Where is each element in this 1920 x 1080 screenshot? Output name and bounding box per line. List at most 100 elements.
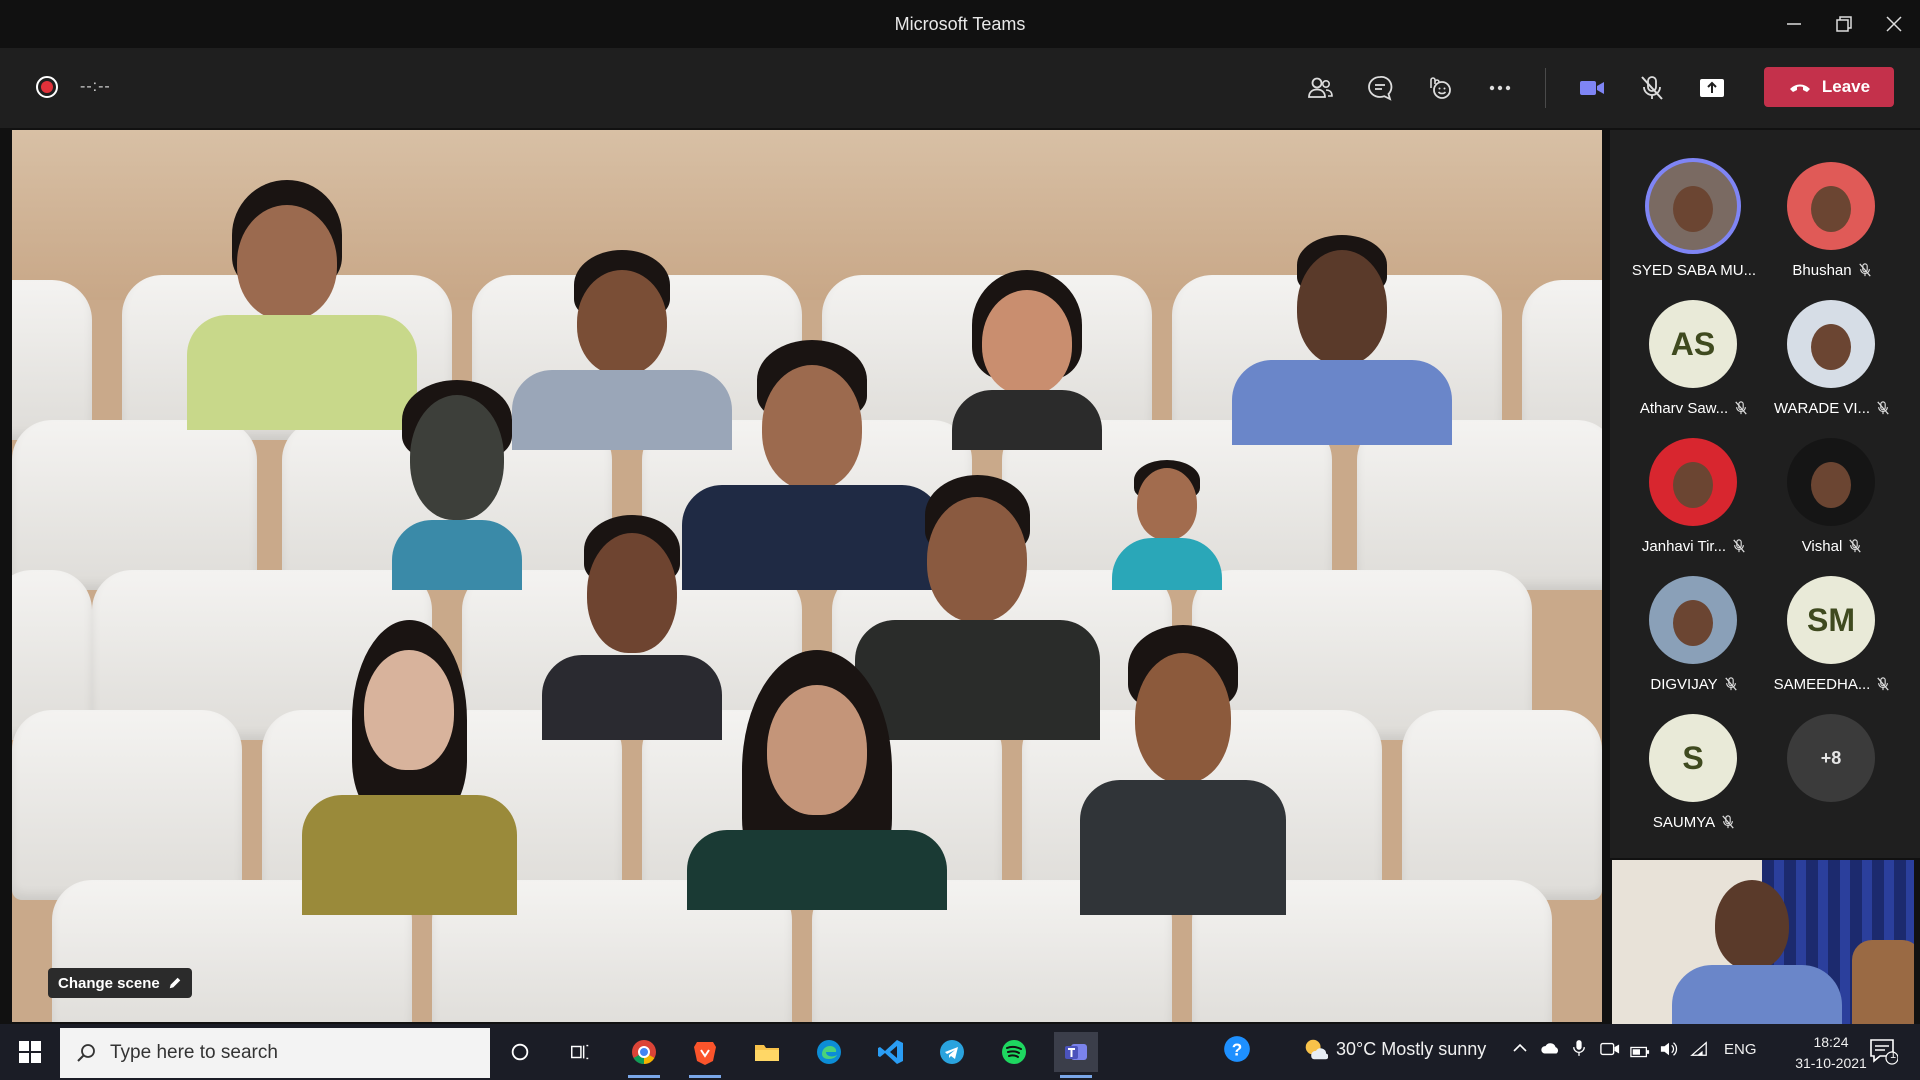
participant-video [1080,625,1286,915]
sun-cloud-icon [1305,1039,1328,1060]
camera-button[interactable] [1574,70,1610,106]
taskbar-clock[interactable]: 18:24 31-10-2021 [1790,1032,1872,1074]
help-icon[interactable]: ? [1222,1034,1252,1069]
title-bar: Microsoft Teams [0,0,1920,48]
participant-name-text: SAMEEDHA... [1773,676,1871,693]
battery-icon[interactable] [1630,1042,1650,1063]
brave-icon [694,1042,716,1065]
spotify-app[interactable] [992,1032,1036,1072]
notifications-button[interactable]: 1 [1868,1036,1899,1071]
spotify-icon [1002,1040,1026,1064]
participant-video [1112,460,1222,590]
windows-logo-icon [19,1041,41,1063]
leave-label: Leave [1821,77,1871,96]
cortana-icon [511,1043,529,1061]
wifi-icon[interactable] [1690,1040,1708,1063]
restore-button[interactable] [1820,0,1868,48]
chat-button[interactable] [1362,70,1398,106]
weather-text: 30°C Mostly sunny [1336,1038,1487,1059]
self-body [1672,965,1842,1024]
reactions-icon [1430,77,1451,99]
taskbar-search-box[interactable]: Type here to search [60,1028,490,1078]
more-participants-tile[interactable]: +8 [1762,696,1902,828]
together-mode-stage: Change scene [12,130,1602,1022]
file-explorer-app[interactable] [745,1032,789,1072]
avatar: AS [1649,300,1737,388]
meet-now-icon[interactable] [1600,1040,1620,1063]
vscode-app[interactable] [869,1032,913,1072]
brave-app[interactable] [683,1032,727,1078]
participant-tile[interactable]: SYED SABA MU... [1624,144,1764,279]
toolbar-divider [1545,68,1546,108]
participant-tile[interactable]: SM SAMEEDHA... [1762,558,1902,693]
avatar-initials: S [1682,739,1704,776]
cortana-button[interactable] [498,1032,542,1072]
pencil-icon [169,977,180,989]
seat [12,420,257,590]
language-indicator[interactable]: ENG [1724,1041,1757,1058]
close-icon [1886,16,1902,32]
participant-name: Bhushan [1762,262,1902,281]
participant-tile[interactable]: Janhavi Tir... [1624,420,1764,555]
more-options-button[interactable] [1482,70,1518,106]
close-button[interactable] [1870,0,1918,48]
chevron-up-icon[interactable] [1512,1040,1528,1061]
microphone-tray-icon[interactable] [1572,1038,1586,1063]
participant-name-text: Janhavi Tir... [1641,538,1727,555]
avatar: S [1649,714,1737,802]
onedrive-icon[interactable] [1540,1040,1562,1061]
participant-video [952,270,1102,450]
participant-name-text: SYED SABA MU... [1631,262,1757,279]
participant-name: DIGVIJAY [1624,676,1764,695]
mic-muted-icon [1721,815,1735,833]
avatar-initials: SM [1807,601,1855,638]
overflow-count: +8 [1820,747,1842,768]
participant-name-text: Vishal [1801,538,1843,555]
volume-icon[interactable] [1660,1040,1678,1063]
chrome-app[interactable] [622,1032,666,1078]
more-icon [1489,85,1511,91]
share-button[interactable] [1694,70,1730,106]
avatar [1649,162,1737,250]
mic-button[interactable] [1634,70,1670,106]
avatar [1787,300,1875,388]
participant-video [672,650,962,910]
participant-tile[interactable]: WARADE VI... [1762,282,1902,417]
participant-video [302,620,517,915]
task-view-button[interactable] [558,1032,602,1072]
change-scene-button[interactable]: Change scene [48,968,192,998]
weather-widget[interactable]: 30°C Mostly sunny [1302,1036,1486,1062]
vscode-icon [878,1040,903,1064]
participant-tile[interactable]: Bhushan [1762,144,1902,279]
participant-video [187,180,417,430]
telegram-icon [940,1040,964,1064]
start-button[interactable] [10,1036,50,1068]
participant-name-text: SAUMYA [1652,814,1716,831]
participant-name-text: DIGVIJAY [1650,676,1718,693]
avatar [1649,438,1737,526]
mic-muted-icon [1848,539,1862,557]
participant-name: WARADE VI... [1762,400,1902,419]
svg-text:?: ? [1232,1039,1242,1059]
participant-name-text: Bhushan [1792,262,1852,279]
windows-taskbar: Type here to search ? 30°C Mostly sunny [0,1024,1920,1080]
participant-tile[interactable]: Vishal [1762,420,1902,555]
recording-indicator-icon [36,76,58,98]
participant-name: SAMEEDHA... [1762,676,1902,695]
participant-tile[interactable]: AS Atharv Saw... [1624,282,1764,417]
participant-tile[interactable]: DIGVIJAY [1624,558,1764,693]
notification-count: 1 [1889,1049,1897,1061]
people-button[interactable] [1302,70,1338,106]
leave-button[interactable]: Leave [1764,67,1894,107]
telegram-app[interactable] [930,1032,974,1072]
edge-app[interactable] [807,1032,851,1072]
seat [1522,280,1602,440]
teams-app[interactable] [1054,1032,1098,1078]
minimize-button[interactable] [1770,0,1818,48]
reactions-button[interactable] [1422,70,1458,106]
chrome-icon [632,1040,656,1064]
participant-tile[interactable]: S SAUMYA [1624,696,1764,831]
mic-muted-icon [1858,263,1872,281]
search-icon [77,1044,95,1062]
seat [12,710,242,900]
